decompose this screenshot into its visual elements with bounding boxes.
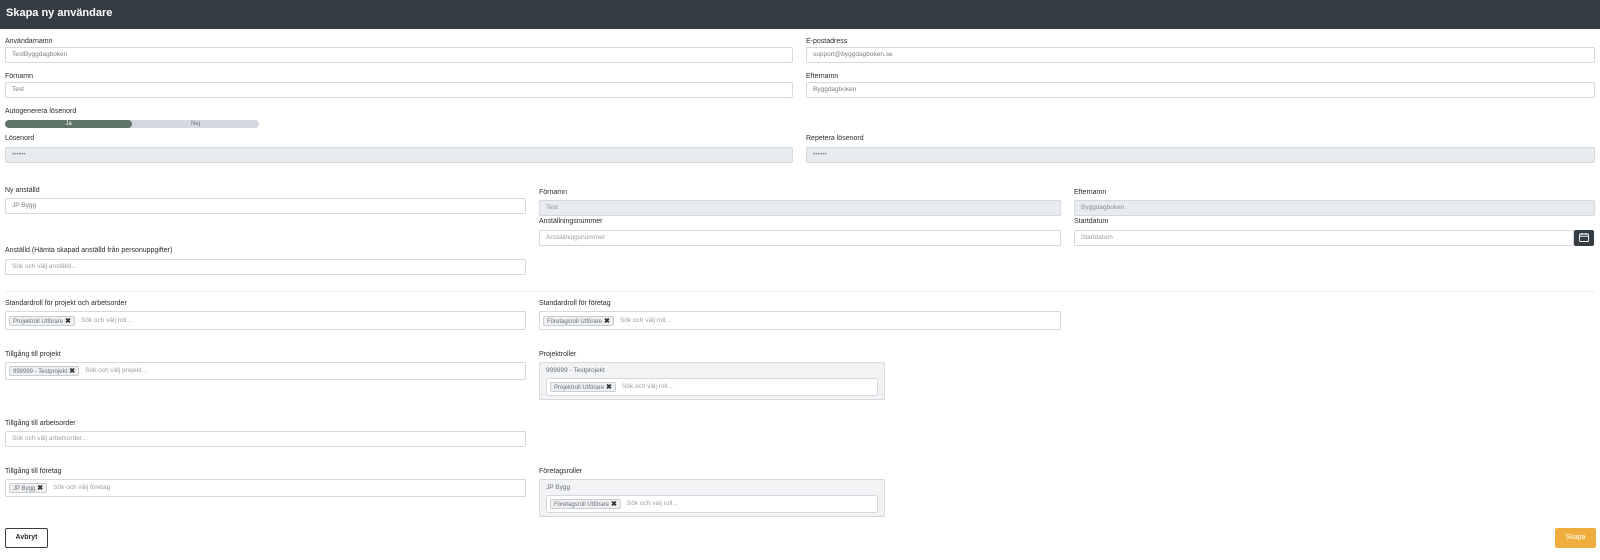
start-date-input[interactable]: Startdatum (1074, 230, 1574, 246)
remove-tag-icon[interactable]: ✖ (606, 384, 612, 391)
employee-firstname-label: Förnamn (539, 189, 568, 196)
existing-employee-label: Anställd (Hämta skapad anställd från per… (5, 247, 173, 254)
password-label: Lösenord (5, 135, 35, 142)
password-repeat-input: •••••• (806, 147, 1595, 163)
company-access-label: Tillgång till företag (5, 468, 62, 475)
cancel-button[interactable]: Avbryt (5, 528, 48, 548)
remove-tag-icon[interactable]: ✖ (69, 368, 75, 375)
new-employee-select[interactable]: JP Bygg (5, 198, 526, 214)
employee-lastname-label: Efternamn (1074, 189, 1107, 196)
company-roles-panel: JP Bygg Företagsroll Utförare ✖ Sök och vä… (539, 479, 885, 517)
project-roles-label: Projektroller (539, 351, 577, 358)
selected-tag: Projektroll Utförare ✖ (550, 382, 616, 392)
company-roles-label: Företagsroller (539, 468, 583, 475)
page-header: Skapa ny användare (0, 0, 1600, 29)
default-project-role-select[interactable]: Projektroll Utförare ✖ Sök och välj roll..… (5, 311, 526, 330)
email-input[interactable]: support@byggdagboken.se (806, 47, 1595, 63)
project-roles-select[interactable]: Projektroll Utförare ✖ Sök och välj roll..… (546, 378, 878, 396)
tag-label: Projektroll Utförare (13, 318, 64, 325)
tag-label: 999999 - Testprojekt (13, 369, 68, 375)
new-employee-label: Ny anställd (5, 187, 40, 194)
select-placeholder: Sök och välj roll... (621, 383, 673, 390)
employee-number-label: Anställningsnummer (539, 218, 603, 225)
selected-tag: 999999 - Testprojekt ✖ (9, 366, 80, 376)
remove-tag-icon[interactable]: ✖ (611, 501, 617, 508)
remove-tag-icon[interactable]: ✖ (65, 318, 71, 325)
username-label: Användarnamn (5, 38, 53, 45)
firstname-label: Förnamn (5, 73, 34, 80)
employee-number-input[interactable]: Anställningsnummer (539, 230, 1061, 246)
password-input: •••••• (5, 147, 793, 163)
select-placeholder: Sök och välj projekt... (85, 367, 147, 374)
tag-label: Företagsroll Utförare (554, 502, 610, 508)
default-project-role-label: Standardroll för projekt och arbetsorder (5, 300, 127, 307)
employee-lastname-input: Byggdagboken (1074, 200, 1595, 216)
select-placeholder: Sök och välj roll... (626, 500, 678, 507)
create-button[interactable]: Skapa (1555, 528, 1596, 548)
selected-tag: Projektroll Utförare ✖ (9, 315, 75, 326)
select-placeholder: Sök och välj roll... (619, 317, 671, 324)
password-repeat-label: Repetera lösenord (806, 135, 864, 142)
employee-firstname-input: Test (539, 200, 1061, 216)
autogen-password-label: Autogenerera lösenord (5, 108, 77, 115)
company-roles-select[interactable]: Företagsroll Utförare ✖ Sök och välj roll.… (546, 495, 878, 513)
select-placeholder: Sök och välj roll... (80, 317, 132, 324)
tag-label: Projektroll Utförare (554, 385, 605, 391)
toggle-option-no[interactable]: Nej (132, 120, 259, 128)
company-roles-item-title: JP Bygg (546, 484, 571, 491)
tag-label: Företagsroll Utförare (547, 318, 603, 325)
project-roles-item-title: 999999 - Testprojekt (546, 367, 605, 374)
project-access-label: Tillgång till projekt (5, 351, 61, 358)
default-company-role-label: Standardroll för företag (539, 300, 611, 307)
lastname-label: Efternamn (806, 73, 839, 80)
selected-tag: JP Bygg ✖ (9, 483, 48, 493)
existing-employee-select[interactable]: Sök och välj anställd... (5, 259, 526, 275)
project-access-select[interactable]: 999999 - Testprojekt ✖ Sök och välj projek… (5, 362, 526, 380)
company-access-select[interactable]: JP Bygg ✖ Sök och välj företag (5, 479, 526, 497)
default-company-role-select[interactable]: Företagsroll Utförare ✖ Sök och välj roll.… (539, 311, 1061, 330)
email-label: E-postadress (806, 38, 848, 45)
toggle-option-yes[interactable]: Ja (5, 120, 132, 128)
project-roles-panel: 999999 - Testprojekt Projektroll Utförar… (539, 362, 885, 400)
lastname-input[interactable]: Byggdagboken (806, 82, 1595, 98)
workorder-access-select[interactable]: Sök och välj arbetsorder... (5, 431, 526, 447)
autogen-password-toggle[interactable]: Ja Nej (5, 120, 259, 128)
firstname-input[interactable]: Test (5, 82, 793, 98)
tag-label: JP Bygg (13, 486, 36, 492)
section-divider (5, 291, 1595, 292)
username-input[interactable]: TestByggdagboken (5, 47, 793, 63)
selected-tag: Företagsroll Utförare ✖ (543, 315, 614, 326)
calendar-button[interactable] (1574, 230, 1594, 246)
calendar-icon (1579, 233, 1589, 242)
selected-tag: Företagsroll Utförare ✖ (550, 499, 621, 509)
remove-tag-icon[interactable]: ✖ (37, 485, 43, 492)
page-title: Skapa ny användare (6, 7, 113, 19)
workorder-access-label: Tillgång till arbetsorder (5, 420, 76, 427)
start-date-label: Startdatum (1074, 218, 1109, 225)
remove-tag-icon[interactable]: ✖ (604, 318, 610, 325)
select-placeholder: Sök och välj företag (53, 484, 111, 491)
